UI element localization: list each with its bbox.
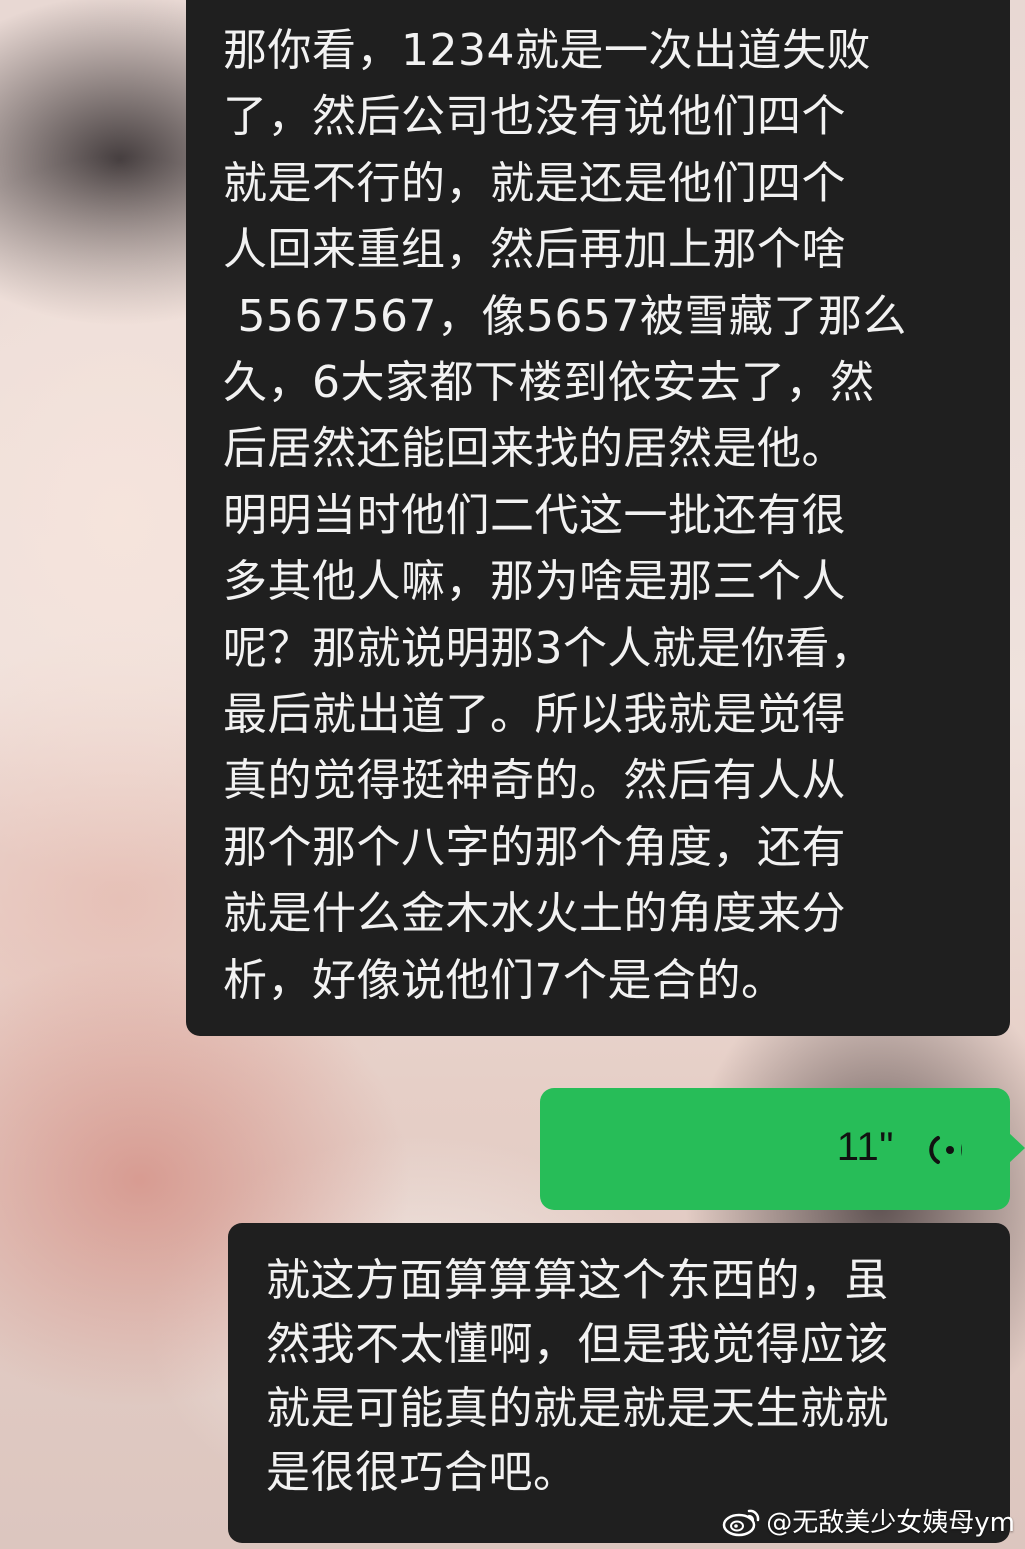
voice-duration: 11": [836, 1125, 894, 1169]
weibo-watermark: @无敌美少女姨母ym: [722, 1502, 1015, 1539]
received-message-bubble[interactable]: 那你看，1234就是一次出道失败 了，然后公司也没有说他们四个 就是不行的，就是…: [186, 0, 1010, 1036]
voice-bubble-tail: [1008, 1132, 1025, 1164]
received-message-bubble[interactable]: 就这方面算算算这个东西的，虽 然我不太懂啊，但是我觉得应该 就是可能真的就是就是…: [228, 1223, 1010, 1543]
weibo-icon: [723, 1509, 760, 1536]
watermark-text: @无敌美少女姨母ym: [766, 1508, 1015, 1538]
voice-wave-icon: [929, 1136, 962, 1164]
message-text: 就这方面算算算这个东西的，虽 然我不太懂啊，但是我觉得应该 就是可能真的就是就是…: [266, 1255, 889, 1498]
voice-message-bubble[interactable]: 11": [540, 1088, 1010, 1210]
message-text: 那你看，1234就是一次出道失败 了，然后公司也没有说他们四个 就是不行的，就是…: [223, 25, 907, 1006]
